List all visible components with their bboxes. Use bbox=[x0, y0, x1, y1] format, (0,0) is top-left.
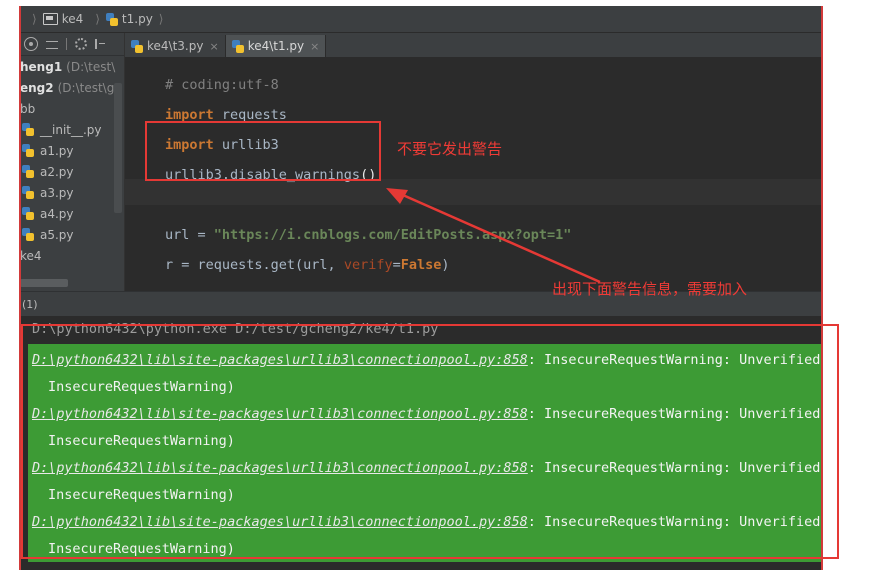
annotation-arrow bbox=[386, 188, 601, 284]
